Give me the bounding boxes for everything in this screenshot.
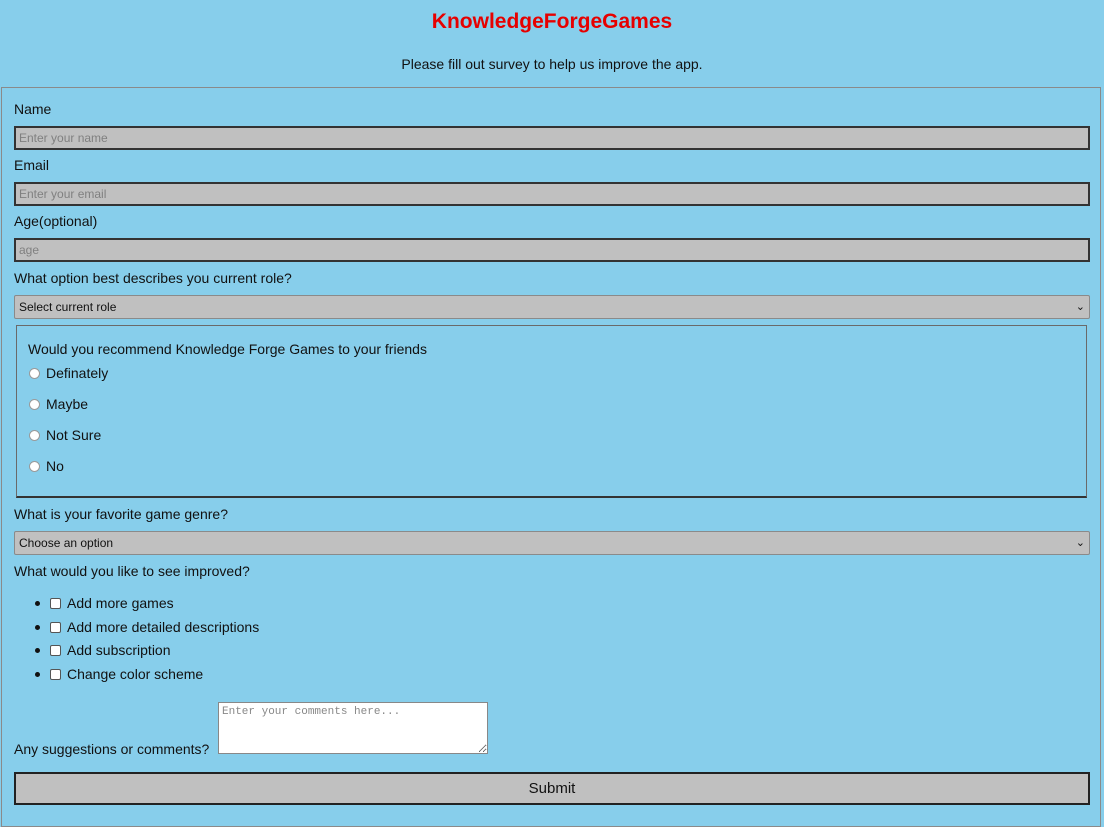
radio-option-maybe[interactable]: Maybe (29, 395, 88, 413)
radio-label: Not Sure (46, 427, 102, 443)
bullet-icon (35, 624, 40, 630)
checkbox[interactable] (50, 668, 61, 680)
genre-select-value: Choose an option (19, 536, 114, 550)
page-subtitle: Please fill out survey to help us improv… (401, 56, 703, 72)
email-field[interactable] (14, 182, 1090, 206)
bullet-icon (35, 647, 40, 653)
improve-option-color-scheme[interactable]: Change color scheme (35, 665, 203, 683)
recommend-question: Would you recommend Knowledge Forge Game… (28, 341, 427, 357)
radio-option-no[interactable]: No (29, 457, 64, 475)
radio-label: Definately (46, 365, 109, 381)
radio-button[interactable] (29, 398, 40, 410)
improve-label: What would you like to see improved? (14, 563, 250, 579)
radio-button[interactable] (29, 429, 40, 441)
checkbox[interactable] (50, 597, 61, 609)
radio-button[interactable] (29, 367, 40, 379)
radio-label: No (46, 458, 64, 474)
radio-button[interactable] (29, 460, 40, 472)
chevron-down-icon: ⌄ (1075, 537, 1085, 549)
comments-textarea[interactable] (218, 702, 488, 754)
radio-option-not-sure[interactable]: Not Sure (29, 426, 101, 444)
name-field[interactable] (14, 126, 1090, 150)
genre-label: What is your favorite game genre? (14, 506, 228, 522)
role-select-value: Select current role (19, 300, 117, 314)
checkbox[interactable] (50, 644, 61, 656)
chevron-down-icon: ⌄ (1075, 301, 1085, 313)
checkbox-label: Add more games (67, 595, 174, 611)
checkbox-label: Change color scheme (67, 666, 204, 682)
improve-option-descriptions[interactable]: Add more detailed descriptions (35, 618, 259, 636)
email-label: Email (14, 157, 50, 173)
comments-label: Any suggestions or comments? (14, 741, 210, 757)
name-label: Name (14, 101, 52, 117)
role-label: What option best describes you current r… (14, 270, 292, 286)
bullet-icon (35, 671, 40, 677)
role-select[interactable]: Select current role ⌄ (14, 295, 1090, 319)
age-field[interactable] (14, 238, 1090, 262)
genre-select[interactable]: Choose an option ⌄ (14, 531, 1090, 555)
checkbox-label: Add subscription (67, 642, 171, 658)
radio-label: Maybe (46, 396, 89, 412)
checkbox-label: Add more detailed descriptions (67, 619, 260, 635)
improve-option-more-games[interactable]: Add more games (35, 594, 174, 612)
bullet-icon (35, 600, 40, 606)
page-title: KnowledgeForgeGames (431, 10, 673, 33)
radio-option-definately[interactable]: Definately (29, 364, 108, 382)
checkbox[interactable] (50, 621, 61, 633)
submit-button[interactable]: Submit (14, 772, 1090, 805)
age-label: Age(optional) (14, 213, 98, 229)
improve-option-subscription[interactable]: Add subscription (35, 641, 171, 659)
